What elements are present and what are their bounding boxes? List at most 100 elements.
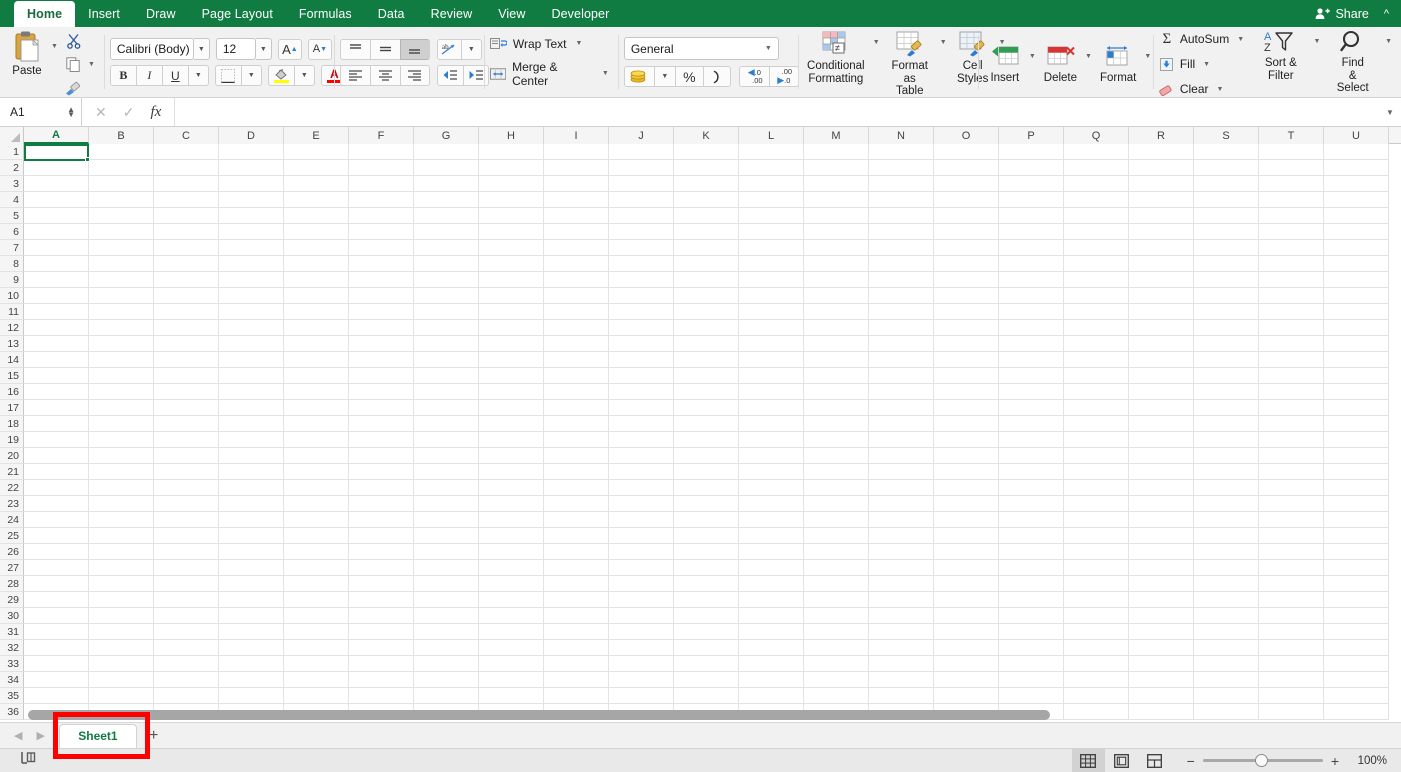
cell-J7[interactable] [609,240,674,256]
cell-J33[interactable] [609,656,674,672]
cell-A14[interactable] [24,352,89,368]
cell-H15[interactable] [479,368,544,384]
cell-F16[interactable] [349,384,414,400]
cell-C21[interactable] [154,464,219,480]
cell-G18[interactable] [414,416,479,432]
delete-cells-button[interactable]: Delete [1039,43,1082,86]
cell-I9[interactable] [544,272,609,288]
cell-K4[interactable] [674,192,739,208]
cell-S5[interactable] [1194,208,1259,224]
cell-O11[interactable] [934,304,999,320]
cell-O28[interactable] [934,576,999,592]
cell-J15[interactable] [609,368,674,384]
cell-D9[interactable] [219,272,284,288]
cell-F13[interactable] [349,336,414,352]
cell-P19[interactable] [999,432,1064,448]
cell-R7[interactable] [1129,240,1194,256]
cell-U19[interactable] [1324,432,1389,448]
row-header-20[interactable]: 20 [0,448,24,464]
cell-C12[interactable] [154,320,219,336]
cell-C32[interactable] [154,640,219,656]
cell-O14[interactable] [934,352,999,368]
borders-dropdown-caret[interactable]: ▼ [240,65,262,86]
cell-L34[interactable] [739,672,804,688]
row-header-13[interactable]: 13 [0,336,24,352]
cell-O7[interactable] [934,240,999,256]
font-name-dropdown-caret[interactable]: ▼ [193,38,210,60]
cell-G32[interactable] [414,640,479,656]
autosum-caret[interactable]: ▼ [1234,36,1247,43]
cell-J9[interactable] [609,272,674,288]
cell-L33[interactable] [739,656,804,672]
cell-H18[interactable] [479,416,544,432]
cell-L25[interactable] [739,528,804,544]
tab-view[interactable]: View [485,0,538,27]
cell-S30[interactable] [1194,608,1259,624]
cell-G12[interactable] [414,320,479,336]
row-header-10[interactable]: 10 [0,288,24,304]
cell-D13[interactable] [219,336,284,352]
cell-Q12[interactable] [1064,320,1129,336]
cell-D31[interactable] [219,624,284,640]
font-size-dropdown-caret[interactable]: ▼ [255,38,272,60]
cell-B16[interactable] [89,384,154,400]
cell-K12[interactable] [674,320,739,336]
cell-H7[interactable] [479,240,544,256]
cell-E25[interactable] [284,528,349,544]
decrease-font-size-button[interactable]: A ▼ [307,38,332,60]
cell-T25[interactable] [1259,528,1324,544]
cell-O1[interactable] [934,144,999,160]
cell-A22[interactable] [24,480,89,496]
cell-T14[interactable] [1259,352,1324,368]
cell-A5[interactable] [24,208,89,224]
cell-F20[interactable] [349,448,414,464]
cell-A16[interactable] [24,384,89,400]
cell-F22[interactable] [349,480,414,496]
cell-B30[interactable] [89,608,154,624]
align-center-button[interactable] [369,64,400,86]
cell-G7[interactable] [414,240,479,256]
cell-A6[interactable] [24,224,89,240]
cell-H33[interactable] [479,656,544,672]
cell-E2[interactable] [284,160,349,176]
cell-N33[interactable] [869,656,934,672]
cell-L7[interactable] [739,240,804,256]
cell-U16[interactable] [1324,384,1389,400]
row-header-18[interactable]: 18 [0,416,24,432]
cell-S11[interactable] [1194,304,1259,320]
cell-G26[interactable] [414,544,479,560]
format-cells-button[interactable]: Format [1095,43,1141,86]
cell-G19[interactable] [414,432,479,448]
cell-K35[interactable] [674,688,739,704]
cell-J18[interactable] [609,416,674,432]
cell-J24[interactable] [609,512,674,528]
cell-N15[interactable] [869,368,934,384]
cell-S34[interactable] [1194,672,1259,688]
cell-D22[interactable] [219,480,284,496]
cell-L24[interactable] [739,512,804,528]
row-header-7[interactable]: 7 [0,240,24,256]
cell-D10[interactable] [219,288,284,304]
cell-L28[interactable] [739,576,804,592]
cell-K23[interactable] [674,496,739,512]
sheet-nav-prev-icon[interactable]: ◀ [14,729,22,742]
cell-H32[interactable] [479,640,544,656]
cell-Q10[interactable] [1064,288,1129,304]
cell-T35[interactable] [1259,688,1324,704]
row-header-2[interactable]: 2 [0,160,24,176]
cell-T11[interactable] [1259,304,1324,320]
cell-L8[interactable] [739,256,804,272]
cell-C1[interactable] [154,144,219,160]
cell-O35[interactable] [934,688,999,704]
cell-K3[interactable] [674,176,739,192]
cell-A29[interactable] [24,592,89,608]
cell-O3[interactable] [934,176,999,192]
decrease-indent-button[interactable] [436,64,463,86]
cell-T27[interactable] [1259,560,1324,576]
cell-O16[interactable] [934,384,999,400]
cell-R19[interactable] [1129,432,1194,448]
cell-T20[interactable] [1259,448,1324,464]
column-header-i[interactable]: I [544,127,609,144]
cell-R2[interactable] [1129,160,1194,176]
cell-S1[interactable] [1194,144,1259,160]
